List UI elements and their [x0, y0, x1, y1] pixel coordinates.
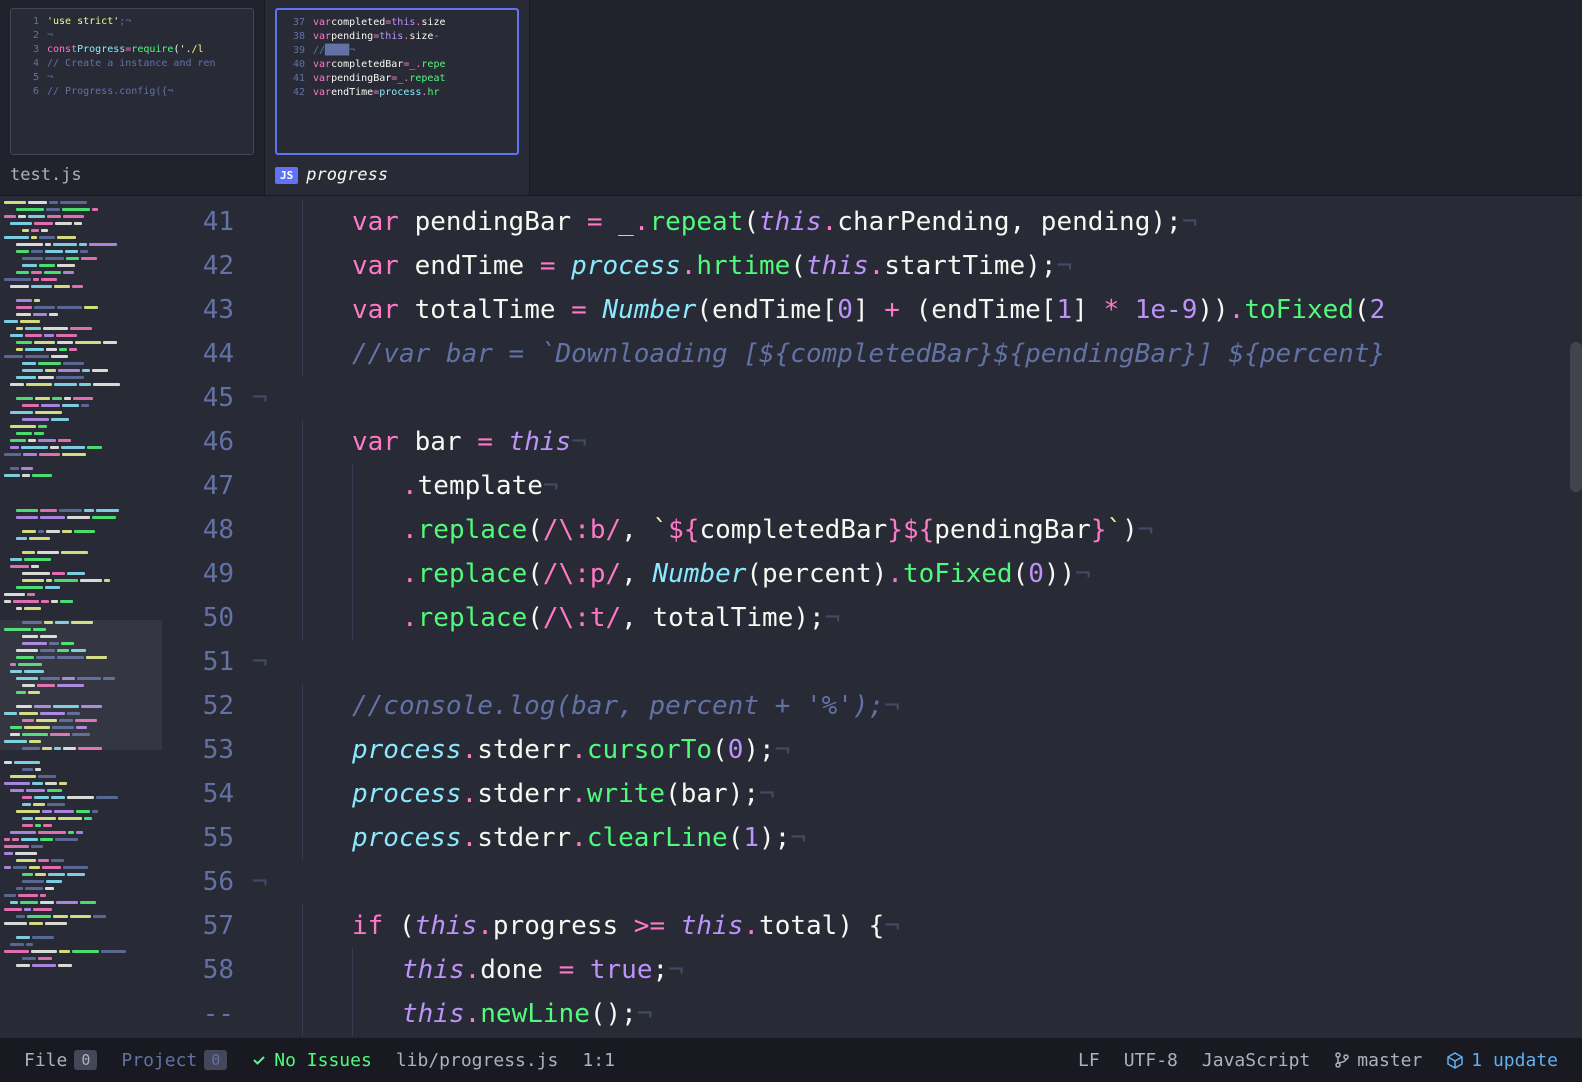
status-bar: File 0 Project 0 No Issues lib/progress.…	[0, 1038, 1582, 1082]
status-project-count: 0	[204, 1050, 227, 1070]
tab-test-js[interactable]: 1'use strict';¬2¬3const Progress = requi…	[0, 0, 265, 195]
minimap-viewport[interactable]	[0, 620, 162, 750]
code-line[interactable]: .replace(/\:p/, Number(percent).toFixed(…	[252, 552, 1582, 596]
status-file-diagnostics[interactable]: File 0	[12, 1038, 109, 1082]
check-icon	[251, 1052, 267, 1068]
code-line[interactable]: var endTime = process.hrtime(this.startT…	[252, 244, 1582, 288]
code-area[interactable]: var pendingBar = _.repeat(this.charPendi…	[252, 196, 1582, 1038]
code-line[interactable]: //var bar = `Downloading [${completedBar…	[252, 332, 1582, 376]
code-line[interactable]: ¬	[252, 376, 1582, 420]
tab-title: JSprogress	[275, 165, 519, 185]
code-line[interactable]: process.stderr.cursorTo(0);¬	[252, 728, 1582, 772]
code-line[interactable]: this.done = true;¬	[252, 948, 1582, 992]
code-line[interactable]: var pendingBar = _.repeat(this.charPendi…	[252, 200, 1582, 244]
status-updates[interactable]: 1 update	[1434, 1038, 1570, 1082]
status-file-path[interactable]: lib/progress.js	[384, 1038, 571, 1082]
status-file-label: File	[24, 1050, 67, 1071]
git-branch-icon	[1334, 1052, 1350, 1068]
line-number: 47	[162, 464, 234, 508]
code-line[interactable]: process.stderr.clearLine(1);¬	[252, 816, 1582, 860]
line-number: 49	[162, 552, 234, 596]
tab-progress[interactable]: 37var completed = this.size38var pending…	[265, 0, 530, 195]
status-project-diagnostics[interactable]: Project 0	[109, 1038, 239, 1082]
minimap[interactable]	[0, 196, 162, 1038]
line-number: 48	[162, 508, 234, 552]
status-line-ending[interactable]: LF	[1066, 1038, 1112, 1082]
line-number: 45	[162, 376, 234, 420]
code-line[interactable]: ¬	[252, 640, 1582, 684]
status-issues-text: No Issues	[274, 1050, 372, 1071]
line-number: 52	[162, 684, 234, 728]
tab-title: test.js	[10, 165, 254, 185]
line-number: 46	[162, 420, 234, 464]
line-number: 50	[162, 596, 234, 640]
code-line[interactable]: .replace(/\:b/, `${completedBar}${pendin…	[252, 508, 1582, 552]
code-editor[interactable]: 414243444546474849505152535455565758-- v…	[162, 196, 1582, 1038]
line-number: 53	[162, 728, 234, 772]
code-line[interactable]: ¬	[252, 860, 1582, 904]
status-issues[interactable]: No Issues	[239, 1038, 384, 1082]
line-gutter: 414243444546474849505152535455565758--	[162, 196, 252, 1038]
line-number: 42	[162, 244, 234, 288]
tab-thumbnail: 1'use strict';¬2¬3const Progress = requi…	[10, 8, 254, 155]
status-file-count: 0	[74, 1050, 97, 1070]
status-encoding[interactable]: UTF-8	[1112, 1038, 1190, 1082]
tabs-row: 1'use strict';¬2¬3const Progress = requi…	[0, 0, 1582, 196]
line-number: 57	[162, 904, 234, 948]
line-number: 44	[162, 332, 234, 376]
line-number: 43	[162, 288, 234, 332]
status-git-branch[interactable]: master	[1322, 1038, 1434, 1082]
js-badge-icon: JS	[275, 167, 298, 184]
code-line[interactable]: var totalTime = Number(endTime[0] + (end…	[252, 288, 1582, 332]
code-line[interactable]: if (this.progress >= this.total) {¬	[252, 904, 1582, 948]
line-number: 41	[162, 200, 234, 244]
status-project-label: Project	[121, 1050, 197, 1071]
scrollbar-thumb[interactable]	[1570, 342, 1582, 492]
code-line[interactable]: process.stderr.write(bar);¬	[252, 772, 1582, 816]
line-number: 54	[162, 772, 234, 816]
code-line[interactable]: //console.log(bar, percent + '%');¬	[252, 684, 1582, 728]
line-number: 51	[162, 640, 234, 684]
code-line[interactable]: var bar = this¬	[252, 420, 1582, 464]
code-line[interactable]: this.newLine();¬	[252, 992, 1582, 1036]
code-line[interactable]: .replace(/\:t/, totalTime);¬	[252, 596, 1582, 640]
line-number: 55	[162, 816, 234, 860]
line-number: 58	[162, 948, 234, 992]
status-language[interactable]: JavaScript	[1190, 1038, 1322, 1082]
code-line[interactable]: .template¬	[252, 464, 1582, 508]
line-number: --	[162, 992, 234, 1036]
status-path-text: lib/progress.js	[396, 1050, 559, 1071]
status-cursor-position[interactable]: 1:1	[570, 1038, 627, 1082]
line-number: 56	[162, 860, 234, 904]
package-icon	[1446, 1051, 1464, 1069]
status-cursor-text: 1:1	[582, 1050, 615, 1071]
tab-thumbnail: 37var completed = this.size38var pending…	[275, 8, 519, 155]
